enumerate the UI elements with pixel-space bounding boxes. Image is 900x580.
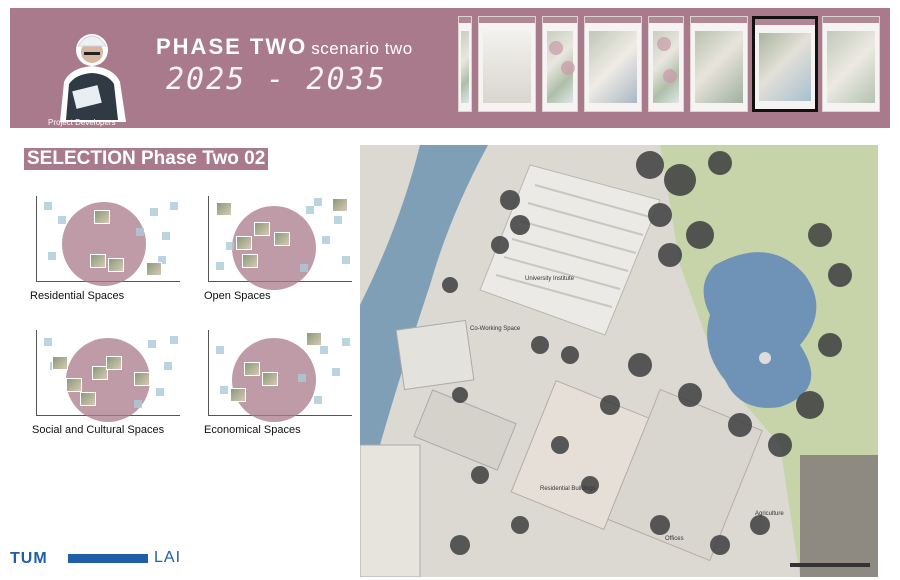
thumbnail-1[interactable] [458, 16, 472, 112]
thumbnail-5[interactable] [648, 16, 684, 112]
map-label-offices: Offices [665, 536, 684, 542]
thumbnail-4[interactable] [584, 16, 642, 112]
thumbnail-7-selected[interactable] [752, 16, 818, 112]
logo-divider-bar [68, 554, 148, 563]
years-range: 2025 - 2035 [166, 62, 387, 97]
phase-thumbnail-strip [458, 14, 886, 118]
project-developer-avatar [50, 12, 135, 122]
economical-spaces-label: Economical Spaces [204, 424, 301, 436]
masterplan-map[interactable]: University Institute Co-Working Space Re… [360, 145, 878, 577]
map-label-university: University Institute [525, 276, 575, 282]
economical-spaces-diagram [202, 326, 356, 424]
social-cultural-spaces-diagram [30, 326, 184, 424]
thumbnail-2[interactable] [478, 16, 536, 112]
selection-title: SELECTION Phase Two 02 [24, 148, 269, 170]
open-spaces-label: Open Spaces [204, 290, 271, 302]
residential-spaces-diagram [30, 192, 184, 290]
page-title: PHASE TWO scenario two [156, 34, 413, 60]
social-cultural-spaces-label: Social and Cultural Spaces [32, 424, 165, 436]
thumbnail-6[interactable] [690, 16, 748, 112]
residential-spaces-label: Residential Spaces [30, 290, 125, 302]
header-banner: Project Developers PHASE TWO scenario two… [10, 8, 890, 128]
map-label-agriculture: Agriculture [755, 511, 784, 517]
avatar-caption: Project Developers [48, 118, 116, 127]
thumbnail-8[interactable] [822, 16, 880, 112]
map-label-residential: Residential Buildings [540, 486, 596, 492]
thumbnail-3[interactable] [542, 16, 578, 112]
map-label-coworking: Co-Working Space [470, 326, 521, 332]
phase-subtitle: scenario two [311, 39, 413, 58]
phase-title-text: PHASE TWO [156, 34, 308, 59]
open-spaces-diagram [202, 192, 356, 290]
masterplan-drawing: University Institute Co-Working Space Re… [360, 145, 878, 577]
tum-logo: TUM [10, 550, 48, 567]
lai-logo: LAI [154, 549, 182, 566]
